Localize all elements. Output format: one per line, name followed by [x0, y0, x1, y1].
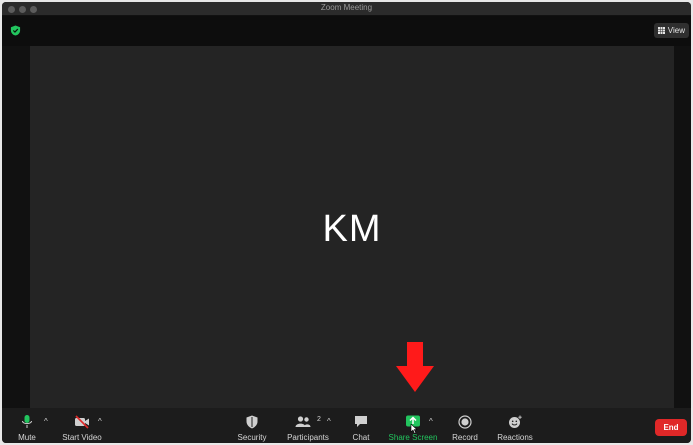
encryption-shield-icon[interactable]	[10, 25, 21, 36]
chat-icon	[355, 416, 367, 427]
mute-label: Mute	[18, 433, 36, 442]
share-options-caret-icon[interactable]: ^	[429, 417, 433, 426]
record-icon	[458, 415, 472, 429]
video-off-icon	[75, 415, 89, 429]
video-options-caret-icon[interactable]: ^	[98, 417, 102, 426]
video-stage: KM	[2, 46, 691, 408]
start-video-label: Start Video	[62, 433, 102, 442]
security-button[interactable]: Security	[232, 408, 272, 443]
grid-icon	[657, 27, 665, 34]
meeting-toolbar: Mute ^ Start Video ^ Security 2 Particip…	[2, 408, 691, 443]
participants-icon	[295, 416, 311, 427]
chat-label: Chat	[352, 433, 370, 442]
reactions-label: Reactions	[497, 433, 533, 442]
meeting-top-bar: View	[2, 16, 691, 46]
security-label: Security	[237, 433, 267, 442]
shield-icon	[246, 415, 258, 429]
mute-button[interactable]: Mute	[8, 408, 46, 443]
zoom-window: Zoom Meeting View KM Mute ^ Start Video …	[2, 2, 691, 443]
participants-options-caret-icon[interactable]: ^	[327, 417, 331, 426]
participants-button[interactable]: 2 Participants	[284, 408, 332, 443]
microphone-icon	[22, 415, 32, 428]
audio-options-caret-icon[interactable]: ^	[44, 417, 48, 426]
share-screen-label: Share Screen	[388, 433, 438, 442]
view-button[interactable]: View	[653, 23, 689, 38]
participant-video-tile[interactable]: KM	[30, 46, 674, 408]
view-label: View	[667, 26, 685, 35]
record-label: Record	[452, 433, 478, 442]
record-button[interactable]: Record	[450, 408, 480, 443]
participants-label: Participants	[287, 433, 329, 442]
red-arrow-icon	[396, 342, 434, 392]
reactions-button[interactable]: Reactions	[494, 408, 536, 443]
participant-initials: KM	[322, 208, 382, 250]
chat-button[interactable]: Chat	[348, 408, 374, 443]
window-title: Zoom Meeting	[320, 3, 373, 12]
end-meeting-button[interactable]: End	[655, 419, 687, 436]
title-bar: Zoom Meeting	[2, 2, 691, 16]
reactions-emoji-icon	[509, 415, 522, 428]
participants-count: 2	[317, 416, 321, 423]
